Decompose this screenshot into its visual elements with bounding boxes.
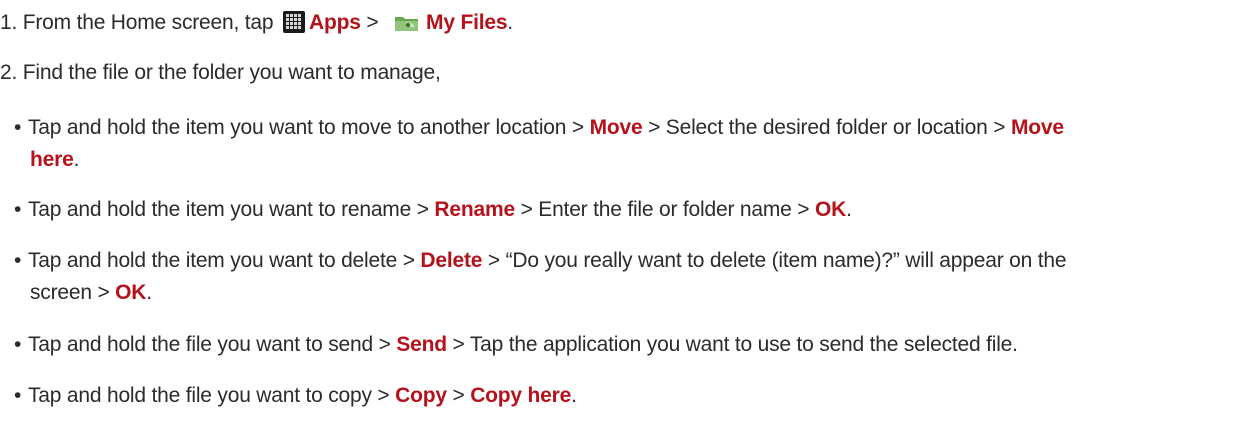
move-here-keyword-2: here (30, 148, 74, 171)
bullet-delete-continued: screen > OK. (30, 278, 152, 307)
copy-text-1: Tap and hold the file you want to copy > (28, 384, 396, 407)
move-keyword: Move (589, 116, 643, 139)
separator: > (360, 11, 385, 34)
instructions-page: 1. From the Home screen, tap Apps > My F… (0, 0, 1257, 445)
delete-text-3: screen > (30, 281, 116, 304)
rename-text-2: > Enter the file or folder name > (514, 198, 815, 221)
apps-keyword: Apps (308, 11, 361, 34)
copy-here-keyword: Copy here (470, 384, 572, 407)
bullet-rename: • Tap and hold the item you want to renam… (14, 195, 852, 224)
apps-grid-icon (282, 11, 305, 33)
move-end: . (73, 148, 80, 171)
send-keyword: Send (396, 333, 447, 356)
step-1-text: 1. From the Home screen, tap (0, 11, 279, 34)
bullet-send: • Tap and hold the file you want to send … (14, 330, 1018, 359)
bullet-dot: • (14, 384, 22, 407)
bullet-dot: • (14, 333, 22, 356)
delete-text-2: > “Do you really want to delete (item na… (482, 249, 1067, 272)
bullet-copy: • Tap and hold the file you want to copy … (14, 381, 577, 410)
move-text-2: > Select the desired folder or location … (642, 116, 1011, 139)
rename-text-1: Tap and hold the item you want to rename… (28, 198, 435, 221)
copy-text-2: > (446, 384, 471, 407)
rename-end: . (846, 198, 852, 221)
bullet-dot: • (14, 116, 22, 139)
delete-end: . (146, 281, 152, 304)
send-text-2: > Tap the application you want to use to… (446, 333, 1018, 356)
delete-keyword: Delete (420, 249, 483, 272)
rename-keyword: Rename (434, 198, 515, 221)
step-2: 2. Find the file or the folder you want … (0, 58, 441, 87)
delete-text-1: Tap and hold the item you want to delete… (28, 249, 421, 272)
my-files-folder-icon (394, 12, 420, 32)
bullet-dot: • (14, 198, 22, 221)
move-here-keyword-1: Move (1010, 116, 1064, 139)
step-2-text: 2. Find the file or the folder you want … (0, 61, 441, 84)
bullet-dot: • (14, 249, 22, 272)
move-text-1: Tap and hold the item you want to move t… (28, 116, 590, 139)
copy-end: . (571, 384, 577, 407)
ok-keyword: OK (115, 281, 147, 304)
step-1: 1. From the Home screen, tap Apps > My F… (0, 8, 513, 37)
copy-keyword: Copy (395, 384, 447, 407)
ok-keyword: OK (814, 198, 847, 221)
bullet-delete: • Tap and hold the item you want to delet… (14, 246, 1067, 275)
send-text-1: Tap and hold the file you want to send > (28, 333, 397, 356)
my-files-keyword: My Files (426, 11, 508, 34)
step-1-end: . (507, 11, 513, 34)
bullet-move-continued: here. (30, 145, 79, 174)
bullet-move: • Tap and hold the item you want to move … (14, 113, 1064, 142)
